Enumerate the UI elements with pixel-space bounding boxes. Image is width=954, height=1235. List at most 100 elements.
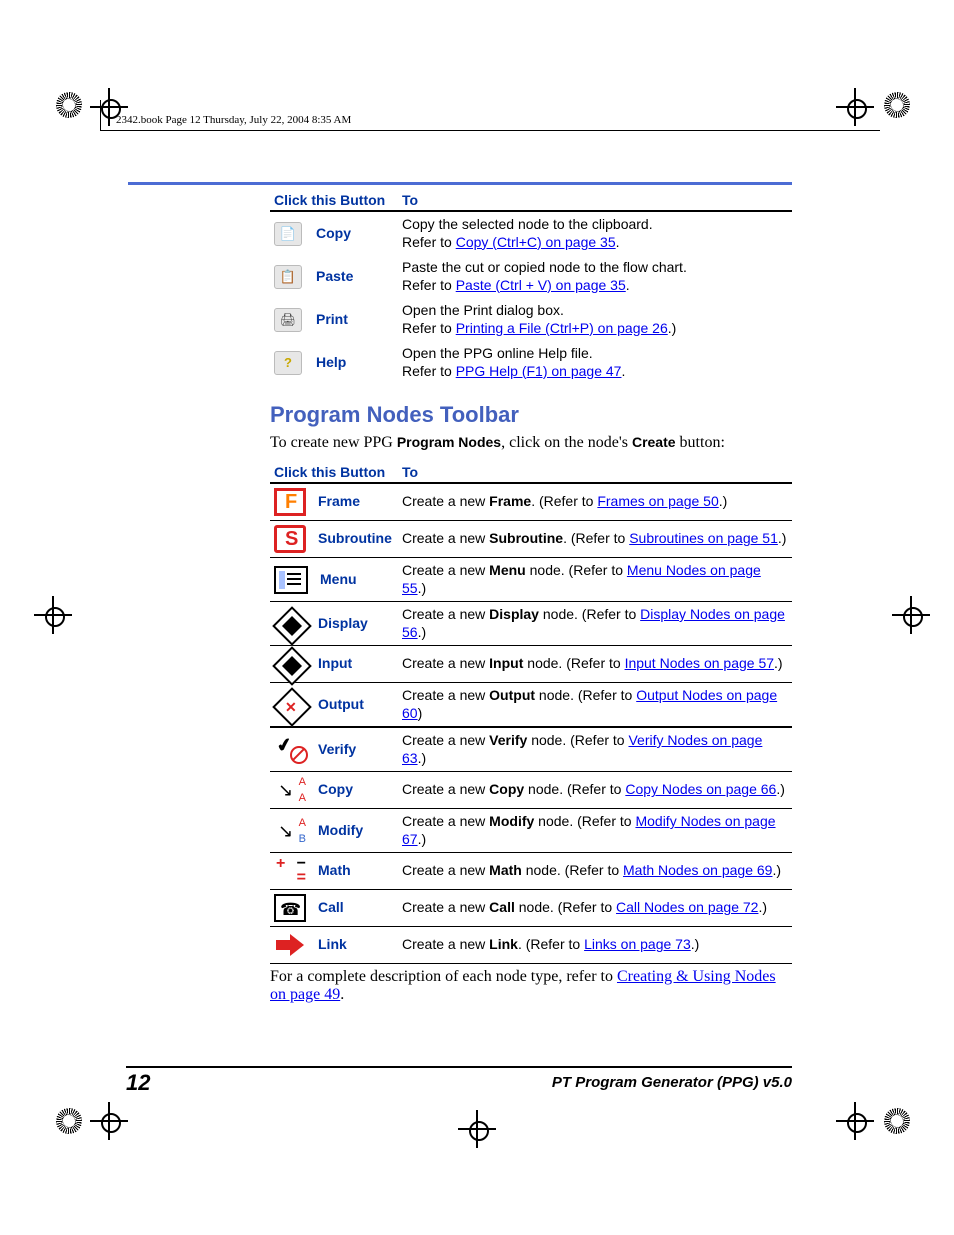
ref-prefix: Refer to	[402, 234, 456, 250]
page-footer: 12 PT Program Generator (PPG) v5.0	[126, 1066, 792, 1068]
table-row: ✔Verify Create a new Verify node. (Refer…	[270, 728, 792, 771]
desc-bold: Link	[489, 936, 518, 952]
intro-text: button:	[676, 434, 725, 451]
copy-node-icon: A↘A	[274, 776, 306, 804]
button-label: Math	[318, 862, 351, 880]
registration-mark-icon	[466, 1118, 488, 1140]
header-rule-v	[100, 100, 101, 130]
table-row: ☎Call Create a new Call node. (Refer to …	[270, 890, 792, 926]
button-label: Menu	[320, 571, 357, 589]
table-row: 📋 Paste Paste the cut or copied node to t…	[270, 255, 792, 298]
desc-text: .)	[418, 624, 427, 640]
button-label: Input	[318, 655, 352, 673]
desc-bold: Subroutine	[489, 530, 563, 546]
desc-text: Create a new	[402, 936, 489, 952]
closing-text: .	[340, 986, 344, 1003]
desc-text: Create a new	[402, 813, 489, 829]
page-number: 12	[126, 1070, 150, 1096]
help-icon: ?	[274, 351, 302, 375]
closing-paragraph: For a complete description of each node …	[270, 968, 792, 1004]
copy-icon: 📄	[274, 222, 302, 246]
menu-icon	[274, 566, 308, 594]
desc-text: node. (Refer to	[539, 606, 640, 622]
xref-link[interactable]: Input Nodes on page 57	[625, 655, 774, 671]
crop-ornament	[884, 92, 910, 118]
ref-prefix: Refer to	[402, 277, 456, 293]
col-header-button: Click this Button	[270, 462, 398, 482]
ref-prefix: Refer to	[402, 320, 456, 336]
desc-text: .)	[758, 899, 767, 915]
desc-bold: Output	[489, 687, 535, 703]
desc-text: node. (Refer to	[524, 781, 625, 797]
desc-text: node. (Refer to	[526, 562, 627, 578]
desc-text: node. (Refer to	[522, 862, 623, 878]
xref-link[interactable]: Call Nodes on page 72	[616, 899, 758, 915]
desc-bold: Menu	[489, 562, 526, 578]
section-heading: Program Nodes Toolbar	[270, 402, 792, 428]
display-icon	[274, 610, 306, 638]
row-desc: Open the Print dialog box.	[402, 302, 564, 318]
ref-suffix: .	[616, 234, 620, 250]
row-desc: Copy the selected node to the clipboard.	[402, 216, 653, 232]
button-label: Link	[318, 936, 347, 954]
desc-text: Create a new	[402, 530, 489, 546]
input-icon	[274, 650, 306, 678]
desc-text: .)	[719, 493, 728, 509]
book-meta-header: 2342.book Page 12 Thursday, July 22, 200…	[116, 114, 351, 126]
table-row: Input Create a new Input node. (Refer to…	[270, 646, 792, 682]
table-row: A↘A Copy Create a new Copy node. (Refer t…	[270, 772, 792, 808]
output-icon: ✕	[274, 691, 306, 719]
button-label: Frame	[318, 493, 360, 511]
ref-suffix: .	[626, 277, 630, 293]
verify-icon: ✔	[274, 736, 306, 764]
col-header-to: To	[398, 462, 792, 482]
desc-text: node. (Refer to	[534, 813, 635, 829]
desc-bold: Verify	[489, 732, 527, 748]
button-label: Modify	[318, 822, 363, 840]
table-row: SSubroutine Create a new Subroutine. (Re…	[270, 521, 792, 557]
intro-text: To create new PPG	[270, 434, 397, 451]
table-row: Display Create a new Display node. (Refe…	[270, 602, 792, 645]
subroutine-icon: S	[274, 525, 306, 553]
ref-suffix: .	[621, 363, 625, 379]
desc-text: Create a new	[402, 562, 489, 578]
paste-icon: 📋	[274, 265, 302, 289]
desc-text: Create a new	[402, 862, 489, 878]
xref-link[interactable]: Paste (Ctrl + V) on page 35	[456, 277, 626, 293]
desc-text: .)	[772, 862, 781, 878]
desc-bold: Display	[489, 606, 539, 622]
button-label: Output	[318, 696, 364, 714]
closing-text: For a complete description of each node …	[270, 968, 617, 985]
button-label: Copy	[318, 781, 353, 799]
header-rule	[100, 130, 880, 131]
xref-link[interactable]: Subroutines on page 51	[629, 530, 778, 546]
desc-text: Create a new	[402, 687, 489, 703]
xref-link[interactable]: Links on page 73	[584, 936, 691, 952]
xref-link[interactable]: Math Nodes on page 69	[623, 862, 772, 878]
button-label: Paste	[316, 268, 353, 286]
link-icon	[274, 931, 306, 959]
registration-mark-icon	[98, 1110, 120, 1132]
row-desc: Paste the cut or copied node to the flow…	[402, 259, 687, 275]
xref-link[interactable]: PPG Help (F1) on page 47	[456, 363, 622, 379]
intro-bold: Program Nodes	[397, 434, 501, 450]
footer-title: PT Program Generator (PPG) v5.0	[552, 1074, 792, 1091]
button-label: Help	[316, 354, 346, 372]
desc-text: .)	[418, 831, 427, 847]
crop-ornament	[884, 1108, 910, 1134]
print-icon: 🖨	[274, 308, 302, 332]
section-intro: To create new PPG Program Nodes, click o…	[270, 434, 792, 452]
desc-text: Create a new	[402, 732, 489, 748]
desc-bold: Copy	[489, 781, 524, 797]
desc-text: )	[418, 705, 423, 721]
button-label: Call	[318, 899, 344, 917]
registration-mark-icon	[844, 1110, 866, 1132]
xref-link[interactable]: Copy (Ctrl+C) on page 35	[456, 234, 616, 250]
xref-link[interactable]: Frames on page 50	[597, 493, 718, 509]
xref-link[interactable]: Printing a File (Ctrl+P) on page 26	[456, 320, 668, 336]
desc-bold: Frame	[489, 493, 531, 509]
desc-text: Create a new	[402, 781, 489, 797]
xref-link[interactable]: Copy Nodes on page 66	[625, 781, 776, 797]
desc-text: . (Refer to	[518, 936, 584, 952]
desc-text: .)	[778, 530, 787, 546]
